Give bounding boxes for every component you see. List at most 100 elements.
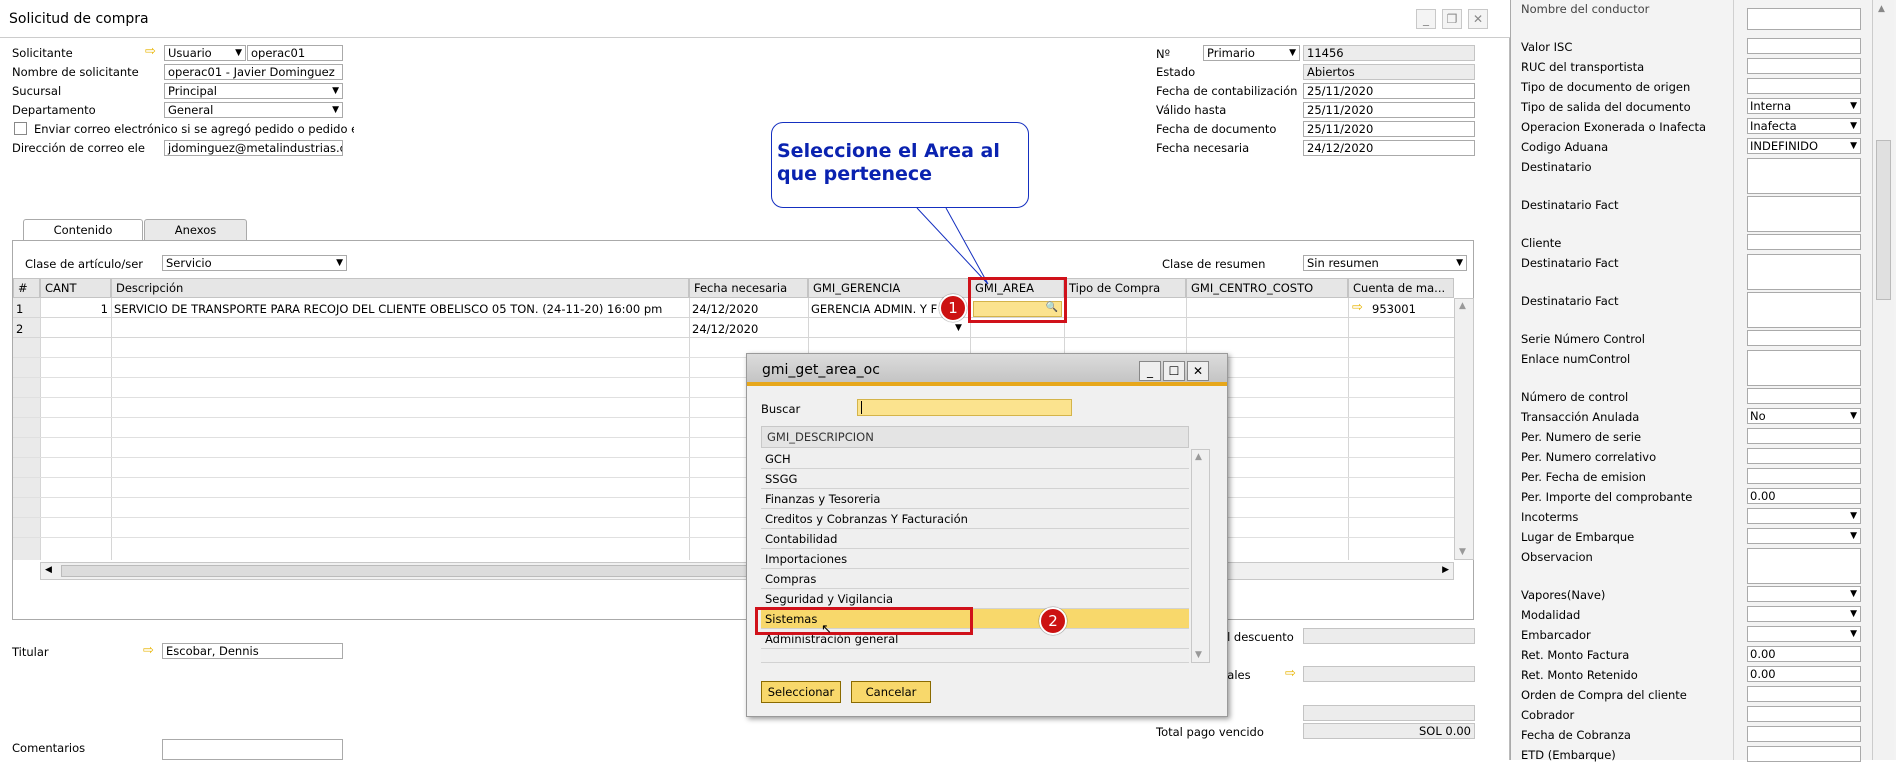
minimize-icon[interactable]: _: [1139, 361, 1161, 381]
field-value: INDEFINIDO: [1750, 139, 1819, 153]
field-label: RUC del transportista: [1521, 60, 1645, 74]
field-input[interactable]: [1747, 38, 1861, 54]
field-label: Cliente: [1521, 236, 1562, 250]
field-label: Cobrador: [1521, 708, 1575, 722]
chevron-down-icon: ▼: [1850, 411, 1857, 421]
chevron-down-icon: ▼: [1850, 589, 1857, 599]
field-input[interactable]: [1747, 158, 1861, 194]
list-item[interactable]: Compras: [761, 569, 1189, 589]
field-label: Transacción Anulada: [1521, 410, 1640, 424]
field-value: 0.00: [1750, 489, 1776, 503]
field-label: Enlace numControl: [1521, 352, 1631, 366]
field-input[interactable]: [1747, 8, 1861, 30]
field-label: Tipo de salida del documento: [1521, 100, 1691, 114]
field-input[interactable]: No ▼: [1747, 408, 1861, 424]
field-input[interactable]: [1747, 448, 1861, 464]
list-item[interactable]: Contabilidad: [761, 529, 1189, 549]
field-label: Destinatario Fact: [1521, 198, 1619, 212]
field-input[interactable]: [1747, 78, 1861, 94]
field-input[interactable]: [1747, 726, 1861, 742]
field-input[interactable]: INDEFINIDO ▼: [1747, 138, 1861, 154]
list-item[interactable]: GCH: [761, 449, 1189, 469]
panel-scrollbar[interactable]: ▲: [1872, 0, 1894, 760]
maximize-icon[interactable]: ☐: [1163, 361, 1185, 381]
text-cursor: [861, 401, 862, 414]
field-label: Valor ISC: [1521, 40, 1573, 54]
highlight-sistemas: [755, 607, 973, 635]
field-input[interactable]: [1747, 468, 1861, 484]
user-defined-fields-panel: Nombre del conductor Valor ISC RUC del tr…: [1510, 0, 1896, 762]
field-input[interactable]: ▼: [1747, 508, 1861, 524]
field-input[interactable]: Inafecta ▼: [1747, 118, 1861, 134]
instruction-callout: Seleccione el Area al que pertenece: [771, 122, 1029, 208]
list-column-header[interactable]: GMI_DESCRIPCION: [761, 426, 1189, 448]
field-label: Ret. Monto Factura: [1521, 648, 1630, 662]
field-label: Modalidad: [1521, 608, 1581, 622]
field-input[interactable]: [1747, 254, 1861, 290]
chevron-down-icon: ▼: [1850, 511, 1857, 521]
field-input[interactable]: [1747, 196, 1861, 232]
field-input[interactable]: [1747, 58, 1861, 74]
scroll-up-icon[interactable]: ▲: [1878, 4, 1885, 14]
list-item[interactable]: Importaciones: [761, 549, 1189, 569]
field-input[interactable]: ▼: [1747, 586, 1861, 602]
field-value: No: [1750, 409, 1766, 423]
buscar-label: Buscar: [761, 402, 801, 416]
field-input[interactable]: [1747, 388, 1861, 404]
chevron-down-icon: ▼: [1850, 531, 1857, 541]
field-input[interactable]: 0.00: [1747, 666, 1861, 682]
field-label: Incoterms: [1521, 510, 1579, 524]
field-value: 0.00: [1750, 667, 1776, 681]
field-label: Fecha de Cobranza: [1521, 728, 1631, 742]
field-input[interactable]: [1747, 350, 1861, 386]
step-badge-1: 1: [939, 294, 967, 322]
field-label: Destinatario: [1521, 160, 1592, 174]
scroll-thumb[interactable]: [1876, 140, 1891, 300]
field-input[interactable]: 0.00: [1747, 646, 1861, 662]
list-scrollbar[interactable]: ▲ ▼: [1191, 449, 1210, 663]
mouse-cursor-icon: ↖: [821, 622, 832, 637]
field-label: Operacion Exonerada o Inafecta: [1521, 120, 1707, 134]
field-input[interactable]: [1747, 234, 1861, 250]
chevron-down-icon: ▼: [1850, 101, 1857, 111]
close-icon[interactable]: ✕: [1187, 361, 1209, 381]
list-item[interactable]: Creditos y Cobranzas Y Facturación: [761, 509, 1189, 529]
field-input[interactable]: [1747, 548, 1861, 584]
cancelar-button[interactable]: Cancelar: [851, 681, 931, 703]
field-label: Destinatario Fact: [1521, 256, 1619, 270]
buscar-input[interactable]: [857, 399, 1072, 416]
panel-divider: [1733, 0, 1734, 760]
field-input[interactable]: Interna ▼: [1747, 98, 1861, 114]
list-item[interactable]: Seguridad y Vigilancia: [761, 589, 1189, 609]
field-input[interactable]: [1747, 686, 1861, 702]
field-input[interactable]: 0.00: [1747, 488, 1861, 504]
scroll-up-icon[interactable]: ▲: [1195, 452, 1202, 462]
field-label: Serie Número Control: [1521, 332, 1645, 346]
field-label: Observacion: [1521, 550, 1593, 564]
field-value: Interna: [1750, 99, 1792, 113]
list-item[interactable]: SSGG: [761, 469, 1189, 489]
field-label: Orden de Compra del cliente: [1521, 688, 1687, 702]
list-item[interactable]: Finanzas y Tesoreria: [761, 489, 1189, 509]
area-chooser-dialog: gmi_get_area_oc _ ☐ ✕ Buscar GMI_DESCRIP…: [746, 353, 1228, 717]
field-label: Número de control: [1521, 390, 1629, 404]
field-value: Inafecta: [1750, 119, 1797, 133]
field-input[interactable]: ▼: [1747, 626, 1861, 642]
field-label: Nombre del conductor: [1521, 2, 1650, 16]
field-label: Per. Importe del comprobante: [1521, 490, 1693, 504]
field-input[interactable]: ▼: [1747, 528, 1861, 544]
highlight-area-column: [968, 277, 1067, 323]
list-item-empty[interactable]: [761, 649, 1189, 663]
chevron-down-icon: ▼: [1850, 629, 1857, 639]
scroll-down-icon[interactable]: ▼: [1195, 650, 1202, 660]
field-label: Destinatario Fact: [1521, 294, 1619, 308]
step-badge-2: 2: [1039, 607, 1067, 635]
field-input[interactable]: [1747, 292, 1861, 328]
seleccionar-button[interactable]: Seleccionar: [761, 681, 841, 703]
field-input[interactable]: [1747, 428, 1861, 444]
field-input[interactable]: [1747, 706, 1861, 722]
field-label: Lugar de Embarque: [1521, 530, 1635, 544]
field-label: Per. Fecha de emision: [1521, 470, 1646, 484]
field-input[interactable]: ▼: [1747, 606, 1861, 622]
field-input[interactable]: [1747, 330, 1861, 346]
